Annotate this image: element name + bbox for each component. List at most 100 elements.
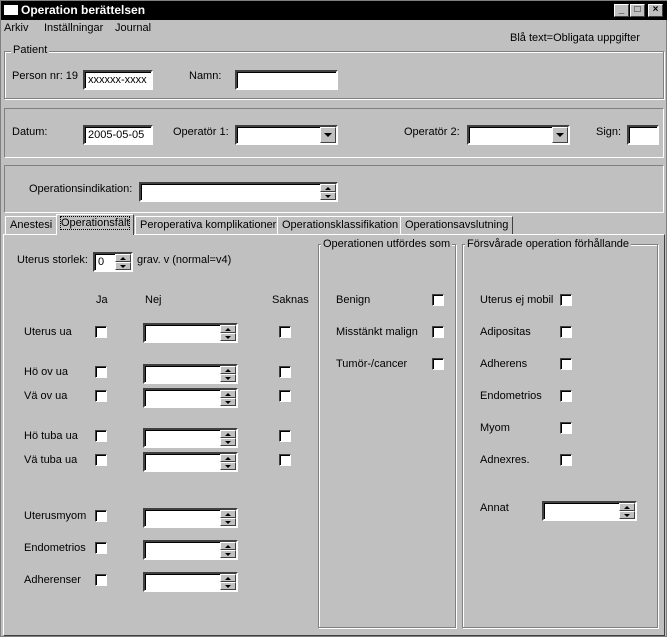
spin-down-icon[interactable] xyxy=(220,550,236,558)
operation-type-legend: Operationen utfördes som xyxy=(321,238,453,250)
saknas-checkbox-va-tuba-ua[interactable] xyxy=(279,454,291,466)
checkbox-adipositas[interactable] xyxy=(560,326,572,338)
tab-klassifikation-label: Operationsklassifikation xyxy=(282,219,399,231)
nej-spinner-endometrios[interactable] xyxy=(143,540,238,560)
spin-up-icon[interactable] xyxy=(220,430,236,438)
spin-down-icon[interactable] xyxy=(115,262,131,270)
spin-down-icon[interactable] xyxy=(320,192,336,200)
checkbox-myom[interactable] xyxy=(560,422,572,434)
spin-up-icon[interactable] xyxy=(220,574,236,582)
uterus-size-spin[interactable] xyxy=(115,254,131,270)
row-label-ho-ov-ua: Hö ov ua xyxy=(24,366,69,378)
spin-control[interactable] xyxy=(220,366,236,382)
spin-down-icon[interactable] xyxy=(220,374,236,382)
col-saknas: Saknas xyxy=(272,294,309,306)
spin-control[interactable] xyxy=(220,542,236,558)
row-label-va-tuba-ua: Vä tuba ua xyxy=(24,454,78,466)
spin-control[interactable] xyxy=(619,503,635,519)
spin-control[interactable] xyxy=(220,454,236,470)
close-button[interactable]: × xyxy=(648,4,663,17)
spin-control[interactable] xyxy=(220,510,236,526)
menu-arkiv[interactable]: Arkiv xyxy=(4,22,28,34)
spin-up-icon[interactable] xyxy=(619,503,635,511)
required-fields-hint: Blå text=Obligata uppgifter xyxy=(510,32,640,44)
ja-checkbox-ho-ov-ua[interactable] xyxy=(95,366,107,378)
nej-spinner-uterusmyom[interactable] xyxy=(143,508,238,528)
name-field[interactable] xyxy=(235,70,338,90)
spin-down-icon[interactable] xyxy=(220,462,236,470)
checkbox-tumor-cancer[interactable] xyxy=(432,358,444,370)
saknas-checkbox-uterus-ua[interactable] xyxy=(279,326,291,338)
saknas-checkbox-va-ov-ua[interactable] xyxy=(279,390,291,402)
spin-control[interactable] xyxy=(220,430,236,446)
checkbox-misstankt-malign[interactable] xyxy=(432,326,444,338)
ja-checkbox-endometrios[interactable] xyxy=(95,542,107,554)
operator2-dropdown-arrow-icon[interactable] xyxy=(552,127,568,143)
minimize-button[interactable]: _ xyxy=(614,4,629,17)
title-bar[interactable]: Operation berättelsen _ □ × xyxy=(1,1,667,20)
person-nr-field[interactable]: xxxxxx-xxxx xyxy=(83,70,153,90)
operator2-combo[interactable] xyxy=(467,125,570,145)
spin-control[interactable] xyxy=(220,574,236,590)
nej-spinner-adherenser[interactable] xyxy=(143,572,238,592)
date-label: Datum: xyxy=(12,126,48,138)
ja-checkbox-adherenser[interactable] xyxy=(95,574,107,586)
ja-checkbox-va-ov-ua[interactable] xyxy=(95,390,107,402)
ja-checkbox-va-tuba-ua[interactable] xyxy=(95,454,107,466)
tab-operationsavslutning[interactable]: Operationsavslutning xyxy=(400,216,514,234)
checkbox-uterus-ej-mobil[interactable] xyxy=(560,294,572,306)
sign-field[interactable] xyxy=(627,125,659,145)
operator1-dropdown-arrow-icon[interactable] xyxy=(320,127,336,143)
maximize-button[interactable]: □ xyxy=(630,4,645,17)
tab-operationsfalt[interactable]: Operationsfält xyxy=(56,214,135,235)
menu-journal[interactable]: Journal xyxy=(115,22,151,34)
spin-down-icon[interactable] xyxy=(220,518,236,526)
spin-up-icon[interactable] xyxy=(220,510,236,518)
tab-anestesi[interactable]: Anestesi xyxy=(5,216,58,234)
operator1-label: Operatör 1: xyxy=(173,126,229,138)
spin-down-icon[interactable] xyxy=(220,582,236,590)
saknas-checkbox-ho-tuba-ua[interactable] xyxy=(279,430,291,442)
patient-legend: Patient xyxy=(11,44,50,56)
spin-down-icon[interactable] xyxy=(619,511,635,519)
date-field[interactable]: 2005-05-05 xyxy=(83,125,153,145)
row-label-uterus-ua: Uterus ua xyxy=(24,326,72,338)
nej-spinner-ho-ov-ua[interactable] xyxy=(143,364,238,384)
indication-field[interactable] xyxy=(139,182,338,202)
spin-down-icon[interactable] xyxy=(220,438,236,446)
other-spinner[interactable] xyxy=(542,501,637,521)
menu-installningar[interactable]: Inställningar xyxy=(44,22,103,34)
ja-checkbox-uterusmyom[interactable] xyxy=(95,510,107,522)
indication-spinner[interactable] xyxy=(320,184,336,200)
nej-spinner-uterus-ua[interactable] xyxy=(143,323,238,343)
tab-operationsklassifikation[interactable]: Operationsklassifikation xyxy=(277,216,404,234)
spin-up-icon[interactable] xyxy=(115,254,131,262)
col-nej: Nej xyxy=(145,294,162,306)
ja-checkbox-uterus-ua[interactable] xyxy=(95,326,107,338)
nej-spinner-va-tuba-ua[interactable] xyxy=(143,452,238,472)
checkbox-adherens[interactable] xyxy=(560,358,572,370)
checkbox-benign[interactable] xyxy=(432,294,444,306)
spin-up-icon[interactable] xyxy=(320,184,336,192)
ja-checkbox-ho-tuba-ua[interactable] xyxy=(95,430,107,442)
spin-up-icon[interactable] xyxy=(220,390,236,398)
checkbox-adnexres[interactable] xyxy=(560,454,572,466)
tab-operationsfalt-label: Operationsfält xyxy=(59,216,131,230)
spin-up-icon[interactable] xyxy=(220,454,236,462)
spin-control[interactable] xyxy=(220,325,236,341)
nej-spinner-va-ov-ua[interactable] xyxy=(143,388,238,408)
nej-spinner-ho-tuba-ua[interactable] xyxy=(143,428,238,448)
spin-up-icon[interactable] xyxy=(220,366,236,374)
type-label-tumor-cancer: Tumör-/cancer xyxy=(336,358,408,370)
spin-up-icon[interactable] xyxy=(220,325,236,333)
saknas-checkbox-ho-ov-ua[interactable] xyxy=(279,366,291,378)
tab-peroperativa-komplikationer[interactable]: Peroperativa komplikationer xyxy=(135,216,282,234)
spin-down-icon[interactable] xyxy=(220,333,236,341)
tab-avslutning-label: Operationsavslutning xyxy=(405,219,509,231)
uterus-size-spinner[interactable]: 0 xyxy=(93,252,133,272)
spin-down-icon[interactable] xyxy=(220,398,236,406)
operator1-combo[interactable] xyxy=(235,125,338,145)
spin-control[interactable] xyxy=(220,390,236,406)
checkbox-endometrios[interactable] xyxy=(560,390,572,402)
spin-up-icon[interactable] xyxy=(220,542,236,550)
